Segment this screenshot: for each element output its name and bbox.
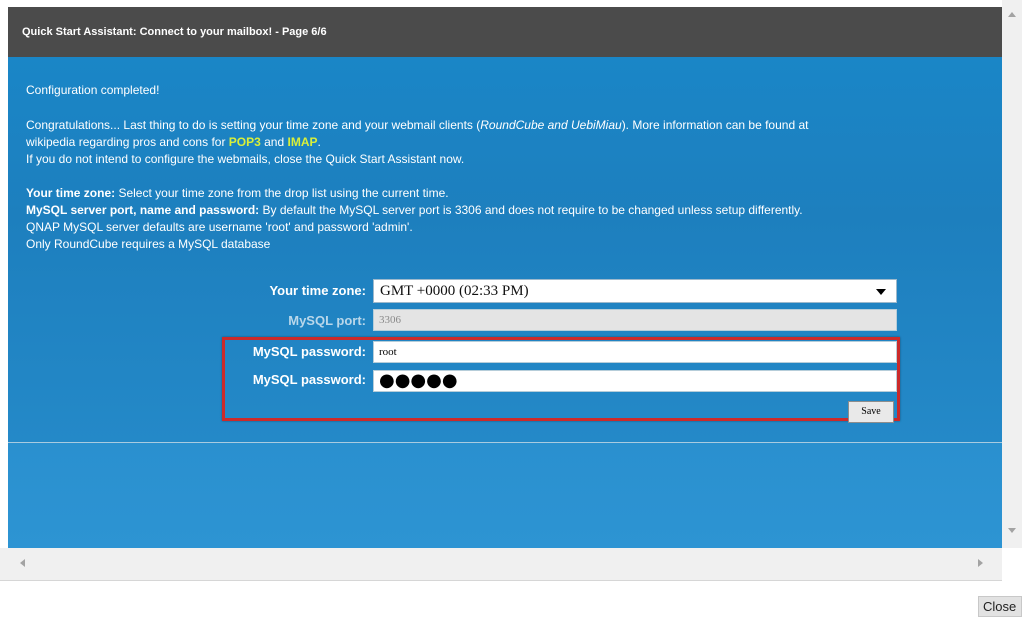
- intro-text-1: Congratulations... Last thing to do is s…: [26, 118, 481, 132]
- intro-line-3: If you do not intend to configure the we…: [26, 152, 465, 166]
- timezone-help-bold: Your time zone:: [26, 186, 116, 200]
- port-label: MySQL port:: [288, 313, 366, 328]
- close-button[interactable]: Close: [978, 596, 1022, 617]
- scroll-down-arrow-icon[interactable]: [1008, 528, 1016, 533]
- intro-text-2: ). More information can be found at: [621, 118, 809, 132]
- timezone-value: GMT +0000 (02:33 PM): [380, 283, 529, 299]
- dialog-lower-panel: [8, 442, 1002, 548]
- chevron-down-icon: [876, 289, 886, 295]
- intro-line-2: wikipedia regarding pros and cons for PO…: [26, 134, 321, 151]
- quick-start-dialog: Quick Start Assistant: Connect to your m…: [8, 7, 1002, 548]
- intro-line-1: Congratulations... Last thing to do is s…: [26, 117, 808, 134]
- vertical-scrollbar[interactable]: [1002, 0, 1022, 548]
- mysql-help: MySQL server port, name and password: By…: [26, 202, 803, 219]
- timezone-select[interactable]: GMT +0000 (02:33 PM): [373, 279, 897, 303]
- mysql-help-text: By default the MySQL server port is 3306…: [259, 203, 803, 217]
- scroll-left-arrow-icon[interactable]: [20, 559, 25, 567]
- timezone-help: Your time zone: Select your time zone fr…: [26, 185, 449, 202]
- dialog-content: Configuration completed! Congratulations…: [8, 57, 1002, 442]
- timezone-label: Your time zone:: [269, 283, 366, 298]
- scroll-up-arrow-icon[interactable]: [1008, 12, 1016, 17]
- timezone-help-text: Select your time zone from the drop list…: [115, 186, 449, 200]
- horizontal-scrollbar[interactable]: [0, 548, 1002, 581]
- imap-link[interactable]: IMAP: [288, 135, 318, 149]
- port-input[interactable]: 3306: [373, 309, 897, 331]
- mysql-defaults-text: QNAP MySQL server defaults are username …: [26, 220, 413, 234]
- pop3-link[interactable]: POP3: [229, 135, 261, 149]
- highlight-box: [222, 337, 900, 421]
- dialog-title: Quick Start Assistant: Connect to your m…: [8, 7, 1002, 57]
- webmail-clients-text: RoundCube and UebiMiau: [480, 118, 622, 132]
- mysql-help-bold: MySQL server port, name and password:: [26, 203, 260, 217]
- intro-text-3: wikipedia regarding pros and cons for: [26, 135, 229, 149]
- config-completed-text: Configuration completed!: [26, 83, 160, 97]
- save-button[interactable]: Save: [848, 401, 894, 423]
- scroll-right-arrow-icon[interactable]: [978, 559, 983, 567]
- and-text: and: [260, 135, 288, 149]
- roundcube-note: Only RoundCube requires a MySQL database: [26, 237, 271, 251]
- period-text: .: [317, 135, 321, 149]
